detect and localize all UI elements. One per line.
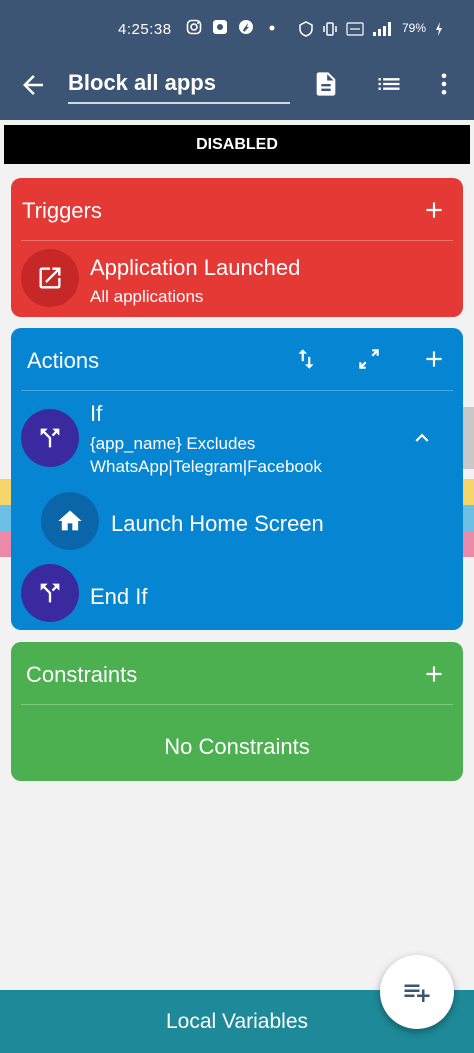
more-vert-icon[interactable] (430, 70, 458, 98)
instagram-icon (186, 19, 202, 35)
decor-strip-yellow-right (462, 479, 474, 505)
app-bar: Block all apps (0, 58, 474, 120)
scroll-handle[interactable] (462, 407, 474, 469)
fork-icon (40, 428, 60, 448)
open-in-new-icon (39, 267, 61, 289)
playlist-add-icon (404, 984, 430, 1002)
dot-icon (269, 25, 275, 31)
constraints-divider (21, 704, 453, 705)
launch-home-title: Launch Home Screen (111, 511, 324, 536)
home-icon-circle (41, 492, 99, 550)
fullscreen-icon[interactable] (356, 346, 382, 372)
triggers-title: Triggers (22, 198, 102, 223)
launch-home-item[interactable]: Launch Home Screen (11, 488, 463, 554)
battery-level: 79% (401, 21, 426, 35)
add-constraint-icon[interactable] (421, 661, 447, 687)
app-icon (239, 20, 253, 34)
battery-icon (436, 22, 442, 36)
document-icon[interactable] (312, 70, 340, 98)
if-condition: {app_name} Excludes WhatsApp|Telegram|Fa… (90, 434, 322, 476)
list-icon[interactable] (375, 70, 403, 98)
end-if-block[interactable]: End If (11, 560, 463, 626)
settings-icon (213, 20, 227, 34)
vibrate-icon (323, 22, 337, 36)
end-if-title: End If (90, 584, 148, 609)
actions-title: Actions (27, 348, 100, 373)
if-title: If (90, 401, 103, 426)
add-to-list-fab[interactable] (380, 955, 454, 1029)
signal-icon (372, 22, 391, 36)
vpn-icon (299, 21, 313, 37)
add-trigger-icon[interactable] (421, 197, 447, 223)
no-constraints-text: No Constraints (164, 734, 310, 759)
status-time: 4:25:38 (118, 21, 172, 38)
status-left-icons (186, 19, 280, 35)
constraints-title: Constraints (26, 662, 138, 687)
decor-strip-pink-right (462, 531, 474, 557)
trigger-subtitle: All applications (90, 287, 204, 306)
constraints-card: Constraints No Constraints (11, 642, 463, 781)
status-right-icons: 79% (298, 21, 444, 37)
home-icon (58, 510, 82, 531)
status-bar: 4:25:38 79% (0, 0, 474, 58)
trigger-item[interactable]: Application Launched All applications (11, 241, 463, 313)
collapse-chevron-icon[interactable] (409, 425, 435, 451)
volte-icon (346, 22, 364, 36)
macro-state-banner[interactable]: DISABLED (4, 125, 470, 164)
end-if-icon-circle (21, 564, 79, 622)
trigger-icon-circle (21, 249, 79, 307)
if-block[interactable]: If {app_name} Excludes WhatsApp|Telegram… (11, 396, 463, 482)
fork-icon (40, 583, 60, 603)
swap-vert-icon[interactable] (293, 346, 319, 372)
back-arrow-icon[interactable] (18, 70, 48, 100)
actions-divider (21, 390, 453, 391)
actions-card: Actions If {app_name} Excludes WhatsApp|… (11, 328, 463, 630)
add-action-icon[interactable] (421, 346, 447, 372)
triggers-card: Triggers Application Launched All applic… (11, 178, 463, 317)
if-icon-circle (21, 409, 79, 467)
trigger-title: Application Launched (90, 255, 301, 280)
decor-strip-blue-right (462, 505, 474, 531)
macro-name-field[interactable]: Block all apps (68, 70, 290, 104)
